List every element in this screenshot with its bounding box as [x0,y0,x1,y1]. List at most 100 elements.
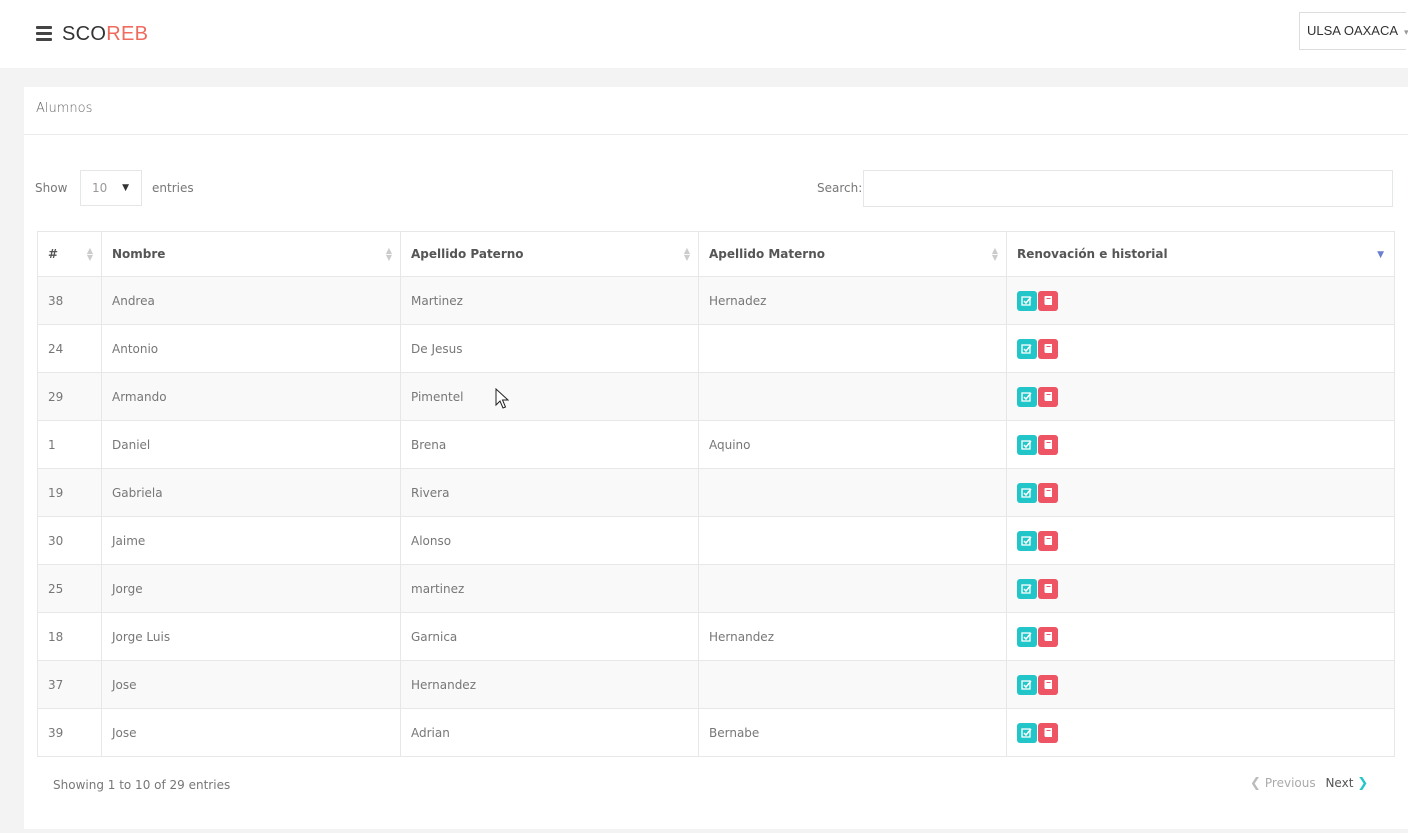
select-arrow-icon: ▼ [122,183,129,193]
pagination: ❮ Previous Next ❯ [1250,776,1368,791]
book-icon [1044,727,1052,737]
renew-button[interactable] [1017,290,1037,311]
edit-check-icon [1021,487,1032,498]
hamburger-menu-icon[interactable] [36,26,52,41]
cell-apellido-paterno: Rivera [400,468,699,517]
sort-icon: ▲ ▼ [86,246,93,262]
renew-button[interactable] [1017,482,1037,503]
cell-id: 29 [37,372,102,421]
table-row: 19 Gabriela Rivera [37,468,1395,517]
sort-icon: ▲ ▼ [683,246,690,262]
organization-dropdown[interactable]: ULSA OAXACA ▾ [1299,12,1408,50]
history-button[interactable] [1038,674,1058,695]
cell-actions [1006,420,1395,469]
cell-apellido-materno: Hernandez [698,612,1007,661]
next-page-button[interactable]: Next ❯ [1325,776,1369,791]
cell-apellido-paterno: Brena [400,420,699,469]
column-header-apellido-materno[interactable]: Apellido Materno ▲ ▼ [698,231,1007,277]
cell-apellido-materno: Bernabe [698,708,1007,757]
cell-actions [1006,660,1395,709]
book-icon [1044,391,1052,401]
page-length-select[interactable]: 10 ▼ [80,170,142,206]
cell-nombre: Gabriela [101,468,401,517]
cell-id: 25 [37,564,102,613]
organization-name: ULSA OAXACA [1307,23,1398,38]
table-row: 24 Antonio De Jesus [37,324,1395,373]
history-button[interactable] [1038,338,1058,359]
edit-check-icon [1021,295,1032,306]
column-header-renovacion[interactable]: Renovación e historial ▼ [1006,231,1395,277]
cell-actions [1006,372,1395,421]
edit-check-icon [1021,439,1032,450]
history-button[interactable] [1038,626,1058,647]
cell-nombre: Daniel [101,420,401,469]
cell-apellido-paterno: Adrian [400,708,699,757]
cell-actions [1006,516,1395,565]
cell-actions [1006,564,1395,613]
cell-apellido-paterno: De Jesus [400,324,699,373]
edit-check-icon [1021,535,1032,546]
cell-nombre: Jorge Luis [101,612,401,661]
history-button[interactable] [1038,290,1058,311]
column-header-nombre[interactable]: Nombre ▲ ▼ [101,231,401,277]
cell-actions [1006,276,1395,325]
history-button[interactable] [1038,434,1058,455]
cell-apellido-materno [698,660,1007,709]
book-icon [1044,343,1052,353]
cell-actions [1006,324,1395,373]
renew-button[interactable] [1017,386,1037,407]
table-body: 38 Andrea Martinez Hernadez 24 Antonio De Jesu… [37,276,1395,757]
renew-button[interactable] [1017,338,1037,359]
chevron-right-icon: ❯ [1357,776,1369,791]
cell-nombre: Andrea [101,276,401,325]
renew-button[interactable] [1017,626,1037,647]
table-row: 30 Jaime Alonso [37,516,1395,565]
previous-page-button[interactable]: ❮ Previous [1250,776,1316,791]
show-label: Show [35,181,68,195]
table-row: 39 Jose Adrian Bernabe [37,708,1395,757]
book-icon [1044,583,1052,593]
column-header-apellido-paterno[interactable]: Apellido Paterno ▲ ▼ [400,231,699,277]
page-length-value: 10 [92,181,108,195]
table-row: 29 Armando Pimentel [37,372,1395,421]
search-label: Search: [817,181,863,195]
students-table: # ▲ ▼ Nombre ▲ ▼ Apellido Paterno ▲ ▼ Apellido… [37,231,1395,757]
chevron-left-icon: ❮ [1250,776,1261,791]
cell-id: 24 [37,324,102,373]
edit-check-icon [1021,583,1032,594]
table-row: 18 Jorge Luis Garnica Hernandez [37,612,1395,661]
renew-button[interactable] [1017,530,1037,551]
cell-apellido-materno [698,564,1007,613]
book-icon [1044,535,1052,545]
renew-button[interactable] [1017,434,1037,455]
cell-nombre: Jorge [101,564,401,613]
cell-apellido-paterno: Pimentel [400,372,699,421]
history-button[interactable] [1038,386,1058,407]
top-navbar: SCOREB ULSA OAXACA ▾ [0,0,1408,68]
edit-check-icon [1021,631,1032,642]
entries-label: entries [152,181,194,195]
cell-id: 37 [37,660,102,709]
search-input[interactable] [863,170,1393,207]
table-info: Showing 1 to 10 of 29 entries [53,778,231,792]
cell-id: 39 [37,708,102,757]
renew-button[interactable] [1017,722,1037,743]
edit-check-icon [1021,391,1032,402]
cell-nombre: Armando [101,372,401,421]
table-row: 25 Jorge martinez [37,564,1395,613]
cell-id: 30 [37,516,102,565]
history-button[interactable] [1038,530,1058,551]
renew-button[interactable] [1017,578,1037,599]
panel-title: Alumnos [24,87,1408,135]
column-header-id[interactable]: # ▲ ▼ [37,231,102,277]
cell-actions [1006,612,1395,661]
history-button[interactable] [1038,482,1058,503]
cell-apellido-materno [698,468,1007,517]
cell-id: 1 [37,420,102,469]
table-controls: Show 10 ▼ entries Search: [24,170,1408,208]
caret-down-icon: ▾ [1403,27,1408,37]
renew-button[interactable] [1017,674,1037,695]
history-button[interactable] [1038,578,1058,599]
cell-nombre: Jaime [101,516,401,565]
history-button[interactable] [1038,722,1058,743]
